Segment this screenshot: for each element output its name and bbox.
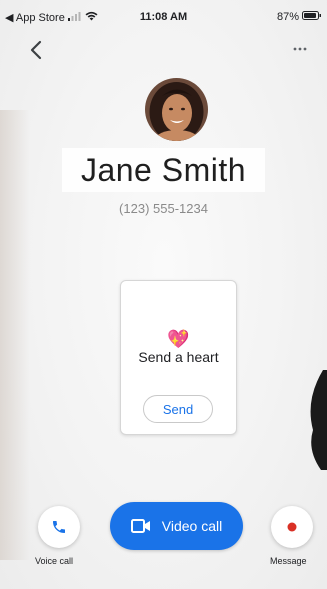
voice-call-button[interactable] [38, 506, 80, 548]
heart-icon: 💖 [167, 329, 190, 349]
contact-phone: (123) 555-1234 [119, 201, 208, 216]
send-heart-card: 💖 Send a heart Send [120, 280, 237, 435]
message-button[interactable] [271, 506, 313, 548]
send-heart-title: Send a heart [138, 349, 219, 365]
contact-name-box: Jane Smith [62, 148, 265, 192]
phone-icon [53, 521, 65, 533]
chevron-left-icon [30, 40, 42, 60]
video-call-label: Video call [161, 518, 223, 534]
record-dot-icon [287, 522, 297, 532]
battery-percent: 87% [276, 11, 299, 23]
background-blur-right [301, 340, 327, 500]
status-right: 87% [277, 11, 322, 23]
voice-call-label: Voice call [35, 556, 74, 566]
more-options-button[interactable] [289, 40, 311, 58]
video-camera-icon [130, 519, 150, 533]
message-label: Message [270, 556, 307, 566]
contact-name: Jane Smith [80, 151, 247, 188]
video-call-button[interactable]: Video call [110, 502, 243, 550]
battery-icon [302, 11, 322, 23]
status-bar: ◀ App Store 11:08 AM 87% [0, 0, 327, 32]
contact-avatar [145, 78, 208, 141]
background-blur-left [0, 110, 30, 560]
back-button[interactable] [22, 36, 50, 64]
more-dots-icon [293, 47, 307, 51]
send-heart-button[interactable]: Send [143, 395, 213, 423]
